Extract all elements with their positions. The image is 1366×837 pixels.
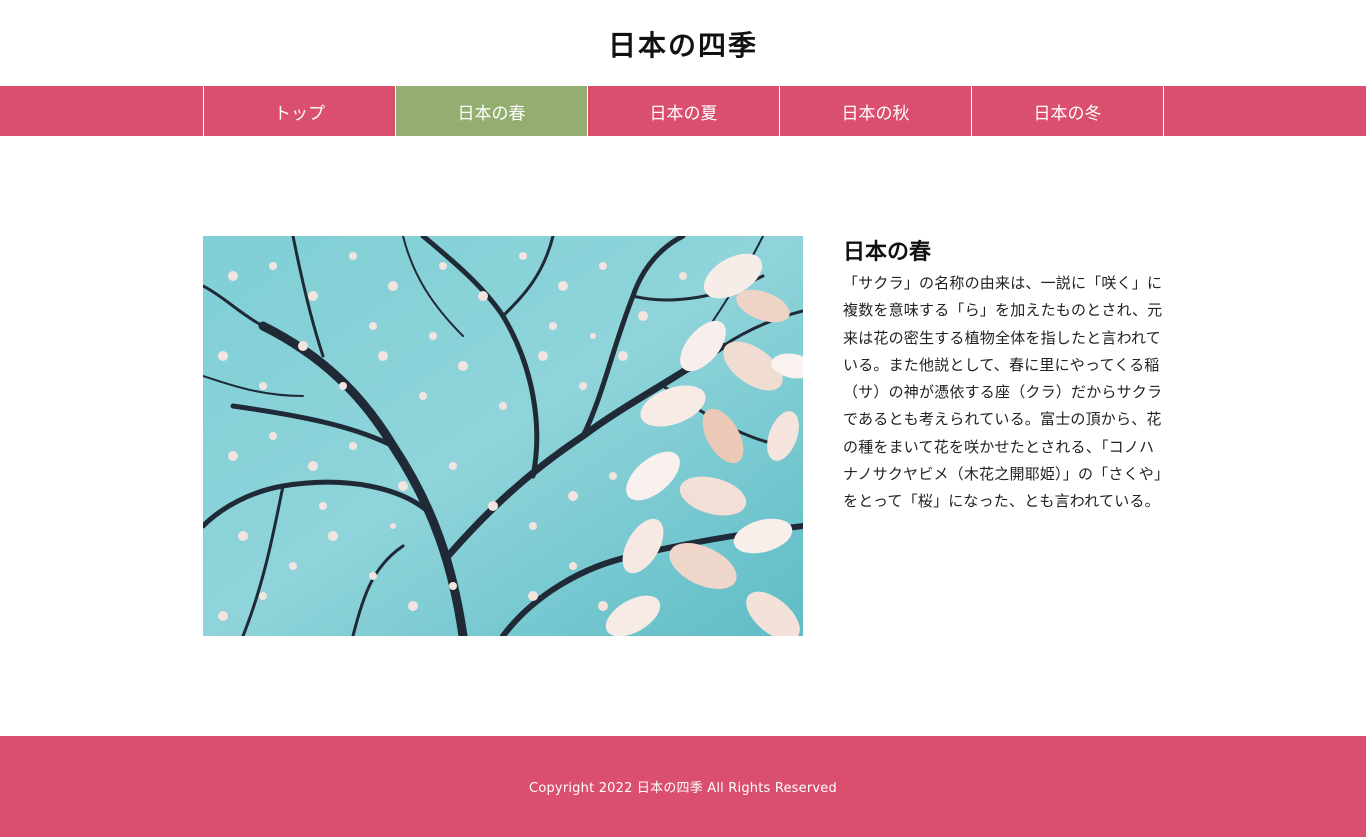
nav-item-top[interactable]: トップ (204, 86, 396, 136)
nav-item-summer[interactable]: 日本の夏 (588, 86, 780, 136)
nav-item-autumn[interactable]: 日本の秋 (780, 86, 972, 136)
nav-item-spring[interactable]: 日本の春 (396, 86, 588, 136)
nav-item-winter[interactable]: 日本の冬 (972, 86, 1164, 136)
article-title: 日本の春 (843, 240, 932, 265)
nav-item-label: 日本の春 (457, 103, 526, 124)
article-body: 「サクラ」の名称の由来は、一説に「咲く」に複数を意味する「ら」を加えたものとされ… (843, 274, 1163, 511)
global-nav: トップ 日本の春 日本の夏 日本の秋 日本の冬 (0, 86, 1366, 136)
nav-item-label: 日本の夏 (649, 103, 718, 124)
site-header: 日本の四季 (0, 0, 1366, 86)
cherry-blossom-illustration (203, 236, 803, 636)
cherry-blossom-photo (203, 236, 803, 636)
site-title: 日本の四季 (607, 29, 758, 62)
spring-article: 日本の春 「サクラ」の名称の由来は、一説に「咲く」に複数を意味する「ら」を加えた… (843, 236, 1168, 516)
copyright-text: Copyright 2022 日本の四季 All Rights Reserved (529, 781, 837, 796)
nav-item-label: 日本の冬 (1033, 103, 1102, 124)
nav-list: トップ 日本の春 日本の夏 日本の秋 日本の冬 (203, 86, 1164, 136)
main-content: 日本の春 「サクラ」の名称の由来は、一説に「咲く」に複数を意味する「ら」を加えた… (0, 136, 1366, 736)
nav-item-label: 日本の秋 (841, 103, 910, 124)
site-footer: Copyright 2022 日本の四季 All Rights Reserved (0, 736, 1366, 837)
nav-item-label: トップ (274, 103, 325, 124)
